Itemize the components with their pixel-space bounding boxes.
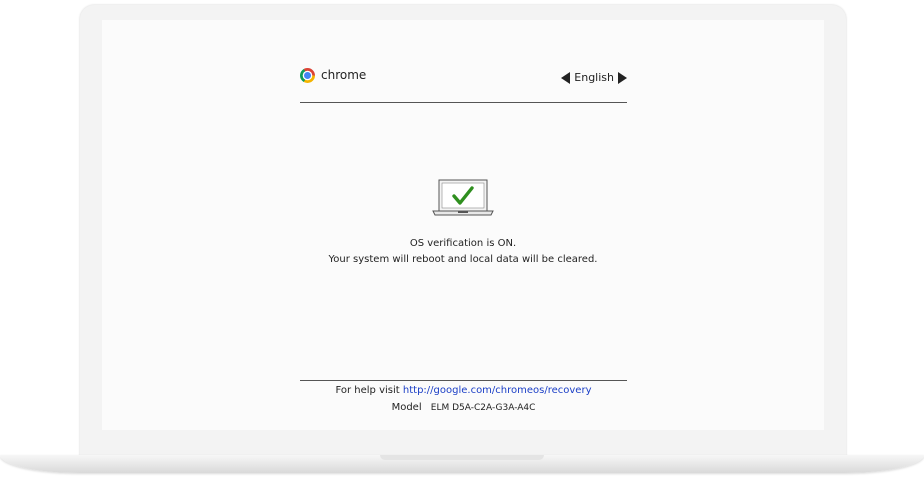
arrow-left-icon[interactable] bbox=[561, 71, 571, 84]
brand-text: chrome bbox=[321, 68, 367, 82]
laptop-mockup: chrome English OS verification is ON. Yo… bbox=[0, 0, 924, 477]
recovery-footer: For help visit http://google.com/chromeo… bbox=[300, 380, 627, 413]
chrome-logo-icon bbox=[300, 67, 315, 83]
laptop-check-icon bbox=[432, 179, 494, 216]
model-info: Model ELM D5A-C2A-G3A-A4C bbox=[300, 402, 627, 413]
model-label: Model bbox=[391, 402, 422, 413]
chrome-brand: chrome bbox=[300, 66, 366, 84]
recovery-help-link[interactable]: http://google.com/chromeos/recovery bbox=[403, 385, 592, 396]
language-label: English bbox=[574, 71, 614, 84]
language-selector[interactable]: English bbox=[561, 71, 627, 84]
recovery-screen: chrome English OS verification is ON. Yo… bbox=[102, 20, 824, 430]
laptop-lid: chrome English OS verification is ON. Yo… bbox=[80, 5, 846, 457]
help-text: For help visit http://google.com/chromeo… bbox=[300, 385, 627, 396]
status-line-1: OS verification is ON. bbox=[409, 238, 517, 249]
help-prefix: For help visit bbox=[335, 385, 400, 396]
status-line-2: Your system will reboot and local data w… bbox=[328, 254, 598, 265]
model-value: ELM D5A-C2A-G3A-A4C bbox=[430, 403, 536, 413]
laptop-base bbox=[0, 455, 924, 473]
arrow-right-icon[interactable] bbox=[618, 71, 627, 84]
recovery-header: chrome English bbox=[300, 66, 627, 103]
laptop-base-notch bbox=[380, 455, 544, 460]
